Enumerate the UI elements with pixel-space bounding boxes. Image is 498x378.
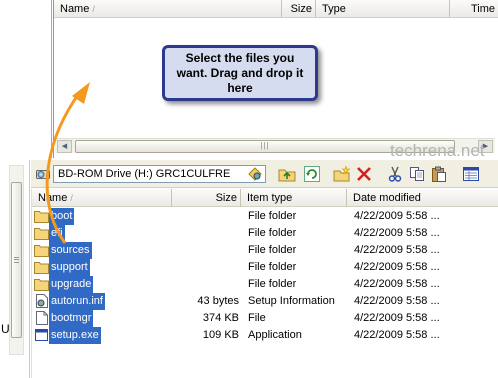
- paste-icon[interactable]: [430, 165, 448, 183]
- file-date: 4/22/2009 5:58 ...: [354, 210, 440, 222]
- list-item[interactable]: support File folder 4/22/2009 5:58 ...: [32, 259, 498, 276]
- file-type: File folder: [248, 244, 297, 256]
- list-item[interactable]: upgrade File folder 4/22/2009 5:58 ...: [32, 276, 498, 293]
- file-name[interactable]: upgrade: [49, 276, 94, 293]
- optical-drive-icon: [36, 170, 50, 179]
- scroll-left-button[interactable]: ◀: [57, 140, 72, 153]
- file-list-header: Name / Size Item type Date modified: [32, 189, 498, 207]
- folder-icon: [34, 245, 49, 257]
- grip-icon: [14, 257, 19, 263]
- column-label: Name: [38, 192, 68, 204]
- file-type: Application: [248, 329, 302, 341]
- list-item[interactable]: setup.exe 109 KB Application 4/22/2009 5…: [32, 327, 498, 344]
- watermark-text: techrena.net: [390, 141, 485, 160]
- scroll-thumb[interactable]: [11, 182, 22, 338]
- column-header-size[interactable]: Size: [172, 189, 241, 207]
- column-header-name[interactable]: Name /: [54, 0, 282, 18]
- file-size: [172, 276, 239, 293]
- file-date: 4/22/2009 5:58 ...: [354, 244, 440, 256]
- new-folder-icon[interactable]: [333, 165, 351, 183]
- file-size: 374 KB: [202, 312, 239, 324]
- column-label: Size: [290, 3, 312, 15]
- column-header-date[interactable]: Date modified: [347, 189, 498, 207]
- instruction-callout: Select the files you want. Drag and drop…: [162, 45, 318, 101]
- column-header-name[interactable]: Name /: [32, 189, 172, 207]
- file-date: 4/22/2009 5:58 ...: [354, 227, 440, 239]
- file-name[interactable]: setup.exe: [49, 327, 101, 344]
- folder-icon: [34, 211, 49, 223]
- file-name[interactable]: sources: [49, 242, 92, 259]
- drive-selector[interactable]: BD-ROM Drive (H:) GRC1CULFRE ▼: [53, 165, 266, 183]
- column-header-type[interactable]: Type: [316, 0, 450, 18]
- file-name[interactable]: support: [49, 259, 90, 276]
- list-item[interactable]: boot File folder 4/22/2009 5:58 ...: [32, 208, 498, 225]
- copy-icon[interactable]: [408, 165, 426, 183]
- file-size: [172, 259, 239, 276]
- up-folder-icon[interactable]: [278, 165, 296, 183]
- file-size: 43 bytes: [197, 295, 239, 307]
- top-left-panel: [0, 0, 52, 158]
- file-name[interactable]: efi: [49, 225, 65, 242]
- sort-indicator-icon: /: [92, 4, 95, 14]
- explore-icon[interactable]: [246, 165, 264, 183]
- cut-icon[interactable]: [386, 165, 404, 183]
- folder-icon: [34, 279, 49, 291]
- column-label: Date modified: [353, 192, 421, 204]
- file-type: File folder: [248, 261, 297, 273]
- callout-text: Select the files you want. Drag and drop…: [176, 50, 304, 95]
- column-header-type[interactable]: Item type: [241, 189, 347, 207]
- list-item[interactable]: autorun.inf 43 bytes Setup Information 4…: [32, 293, 498, 310]
- column-header-time[interactable]: Time: [450, 0, 498, 18]
- folder-icon: [34, 228, 49, 240]
- explorer-toolbar: BD-ROM Drive (H:) GRC1CULFRE ▼: [31, 160, 498, 188]
- sort-indicator-icon: /: [70, 193, 73, 203]
- folder-icon: [34, 262, 49, 274]
- file-date: 4/22/2009 5:58 ...: [354, 261, 440, 273]
- compilation-header: Name / Size Type Time: [54, 0, 498, 18]
- file-date: 4/22/2009 5:58 ...: [354, 312, 440, 324]
- file-list[interactable]: Name / Size Item type Date modified boot …: [31, 189, 498, 378]
- tree-label-fragment: U: [1, 322, 10, 336]
- refresh-icon[interactable]: [303, 165, 321, 183]
- file-type: Setup Information: [248, 295, 335, 307]
- file-size: [172, 208, 239, 225]
- file-size: [172, 225, 239, 242]
- column-header-size[interactable]: Size: [282, 0, 316, 18]
- file-size: 109 KB: [202, 329, 239, 341]
- file-name[interactable]: autorun.inf: [49, 293, 105, 310]
- file-date: 4/22/2009 5:58 ...: [354, 329, 440, 341]
- list-item[interactable]: sources File folder 4/22/2009 5:58 ...: [32, 242, 498, 259]
- file-icon: [36, 311, 48, 325]
- column-label: Type: [322, 3, 346, 15]
- file-date: 4/22/2009 5:58 ...: [354, 278, 440, 290]
- column-label: Item type: [247, 192, 293, 204]
- application-icon: [35, 329, 48, 341]
- file-date: 4/22/2009 5:58 ...: [354, 295, 440, 307]
- delete-icon[interactable]: [355, 165, 373, 183]
- file-type: File folder: [248, 278, 297, 290]
- file-name[interactable]: boot: [49, 208, 75, 225]
- file-type: File folder: [248, 210, 297, 222]
- column-label: Name: [60, 3, 90, 15]
- file-type: File folder: [248, 227, 297, 239]
- drive-label: BD-ROM Drive (H:) GRC1CULFRE: [58, 168, 231, 180]
- column-label: Size: [215, 192, 237, 204]
- list-item[interactable]: bootmgr 374 KB File 4/22/2009 5:58 ...: [32, 310, 498, 327]
- file-type: File: [248, 312, 266, 324]
- details-view-icon[interactable]: [462, 165, 480, 183]
- file-name[interactable]: bootmgr: [49, 310, 94, 327]
- settings-file-icon: [36, 294, 48, 308]
- list-item[interactable]: efi File folder 4/22/2009 5:58 ...: [32, 225, 498, 242]
- vertical-scrollbar[interactable]: [9, 165, 24, 355]
- file-size: [172, 242, 239, 259]
- column-label: Time: [470, 3, 495, 15]
